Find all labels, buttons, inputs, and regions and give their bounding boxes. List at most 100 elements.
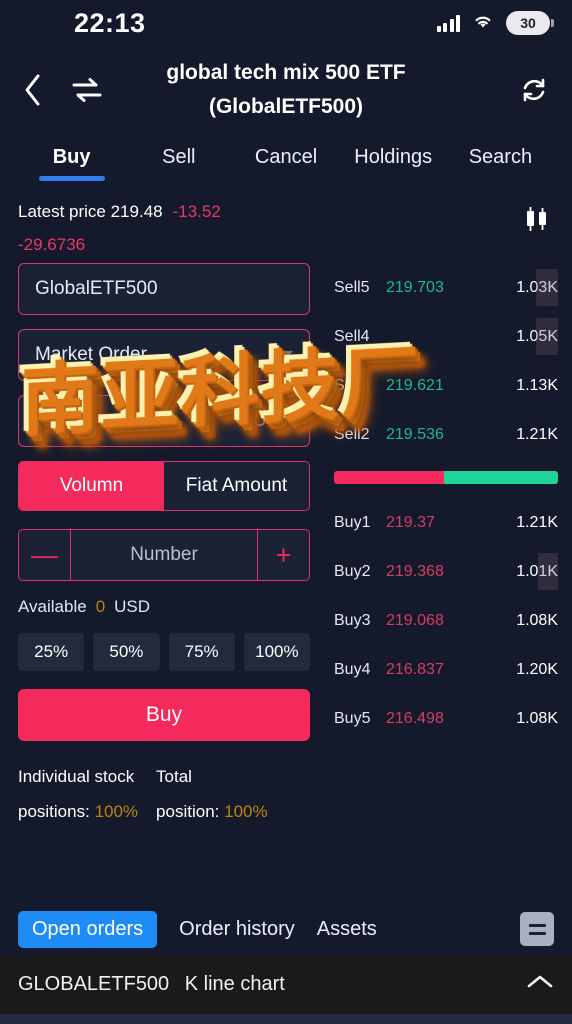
chevron-up-icon[interactable] (526, 972, 554, 997)
app-header: global tech mix 500 ETF (GlobalETF500) (0, 46, 572, 134)
order-book-sell-row[interactable]: Sell4 1.05K (334, 312, 558, 361)
increment-button[interactable]: + (257, 530, 309, 580)
bottom-tab-open-orders[interactable]: Open orders (18, 910, 158, 948)
depth-ratio-bar (334, 471, 558, 484)
total-position: Total position: 100% (156, 759, 268, 829)
battery-level: 30 (520, 15, 536, 31)
order-book-qty: 1.20K (516, 660, 558, 678)
bottom-tab-order-history[interactable]: Order history (179, 918, 295, 941)
order-book-label: Sell5 (334, 278, 370, 296)
order-book-price: 219.621 (386, 376, 444, 394)
latest-price-label: Latest price 219.48 (18, 202, 163, 221)
order-form: GlobalETF500 Market Order 219.48 USD Vol… (0, 263, 328, 829)
order-book-label: Buy1 (334, 513, 371, 531)
header-left-actions (22, 73, 104, 107)
depth-bar (537, 553, 558, 590)
percent-25-button[interactable]: 25% (18, 633, 85, 671)
depth-buy-portion (443, 471, 558, 484)
amount-mode-toggle: Volumn Fiat Amount (18, 461, 310, 511)
percent-100-button[interactable]: 100% (243, 633, 310, 671)
order-book-label: Buy2 (334, 562, 371, 580)
order-book-label: Buy5 (334, 709, 371, 727)
percent-50-button[interactable]: 50% (93, 633, 160, 671)
tab-holdings[interactable]: Holdings (340, 146, 447, 181)
order-book-sell-row[interactable]: Sell3 219.621 1.13K (334, 361, 558, 410)
chevron-left-icon[interactable] (22, 73, 44, 107)
chevron-down-icon (277, 350, 293, 360)
order-book-buy-row[interactable]: Buy5 216.498 1.08K (334, 694, 558, 743)
percent-75-button[interactable]: 75% (168, 633, 235, 671)
available-value: 0 (95, 597, 106, 616)
main-content: GlobalETF500 Market Order 219.48 USD Vol… (0, 255, 572, 829)
individual-position-sublabel: positions: (18, 802, 90, 821)
position-summary: Individual stock positions: 100% Total p… (18, 759, 310, 829)
tab-search-label: Search (468, 146, 533, 168)
toggle-volume[interactable]: Volumn (19, 462, 164, 510)
list-menu-icon[interactable] (520, 912, 554, 946)
quantity-input[interactable]: Number (71, 530, 257, 580)
available-currency: USD (114, 597, 151, 616)
k-line-footer[interactable]: GLOBALETF500 K line chart (0, 955, 572, 1014)
price-summary: Latest price 219.48 -13.52 -29.6736 (0, 196, 572, 255)
tab-cancel[interactable]: Cancel (232, 146, 339, 181)
tab-sell-label: Sell (162, 146, 196, 168)
price-currency: USD (252, 410, 293, 431)
order-book-buy-row[interactable]: Buy1 219.37 1.21K (334, 498, 558, 547)
toggle-fiat-amount[interactable]: Fiat Amount (164, 462, 309, 510)
order-book-price: 219.536 (386, 425, 444, 443)
order-book-qty: 1.21K (516, 513, 558, 531)
price-change: -13.52 (172, 202, 221, 221)
individual-position-label: Individual stock (18, 767, 135, 786)
status-indicators: 30 (436, 11, 554, 35)
order-book-sell-row[interactable]: Sell5 219.703 1.03K (334, 263, 558, 312)
tab-search[interactable]: Search (447, 146, 554, 181)
bottom-tab-assets[interactable]: Assets (317, 918, 377, 941)
header-right-actions (518, 74, 550, 106)
symbol-value: GlobalETF500 (35, 278, 158, 299)
tab-holdings-label: Holdings (354, 146, 433, 168)
status-bar: 22:13 30 (0, 0, 572, 46)
order-book-label: Buy3 (334, 611, 371, 629)
swap-arrows-icon[interactable] (70, 76, 104, 104)
order-type-select[interactable]: Market Order (18, 329, 310, 381)
wifi-icon (471, 12, 495, 35)
order-book-price: 216.498 (386, 709, 444, 727)
status-time: 22:13 (74, 7, 146, 38)
order-book-buy-row[interactable]: Buy4 216.837 1.20K (334, 645, 558, 694)
order-book-qty: 1.21K (516, 425, 558, 443)
order-book-label: Sell3 (334, 376, 370, 394)
tab-buy[interactable]: Buy (18, 146, 125, 181)
total-position-sublabel: position: (156, 802, 220, 821)
quantity-stepper: — Number + (18, 529, 310, 581)
home-indicator-bar (0, 1014, 572, 1024)
refresh-icon[interactable] (518, 74, 550, 106)
individual-position-value: 100% (94, 802, 139, 821)
signal-bars-icon (436, 14, 460, 32)
total-position-label: Total (156, 767, 192, 786)
order-book-sell-row[interactable]: Sell2 219.536 1.21K (334, 410, 558, 459)
price-input[interactable]: 219.48 USD (18, 395, 310, 447)
tab-buy-label: Buy (52, 146, 91, 168)
order-book-price: 219.37 (386, 513, 435, 531)
tab-cancel-label: Cancel (254, 146, 318, 168)
battery-icon: 30 (506, 11, 554, 35)
order-book: Sell5 219.703 1.03K Sell4 1.05K Sell3 21… (328, 263, 572, 829)
depth-bar (535, 269, 558, 306)
order-type-value: Market Order (35, 344, 147, 365)
order-book-qty: 1.08K (516, 611, 558, 629)
order-book-qty: 1.08K (516, 709, 558, 727)
decrement-button[interactable]: — (19, 530, 71, 580)
buy-submit-button[interactable]: Buy (18, 689, 310, 741)
order-book-price: 216.837 (386, 660, 444, 678)
order-book-buy-row[interactable]: Buy3 219.068 1.08K (334, 596, 558, 645)
candlestick-icon[interactable] (522, 206, 552, 232)
order-book-label: Sell2 (334, 425, 370, 443)
order-book-buy-row[interactable]: Buy2 219.368 1.01K (334, 547, 558, 596)
price-change-percent: -29.6736 (18, 235, 86, 254)
tab-sell[interactable]: Sell (125, 146, 232, 181)
percent-buttons: 25% 50% 75% 100% (18, 633, 310, 671)
order-book-price: 219.368 (386, 562, 444, 580)
symbol-field[interactable]: GlobalETF500 (18, 263, 310, 315)
depth-bar (535, 318, 558, 355)
order-book-label: Buy4 (334, 660, 371, 678)
